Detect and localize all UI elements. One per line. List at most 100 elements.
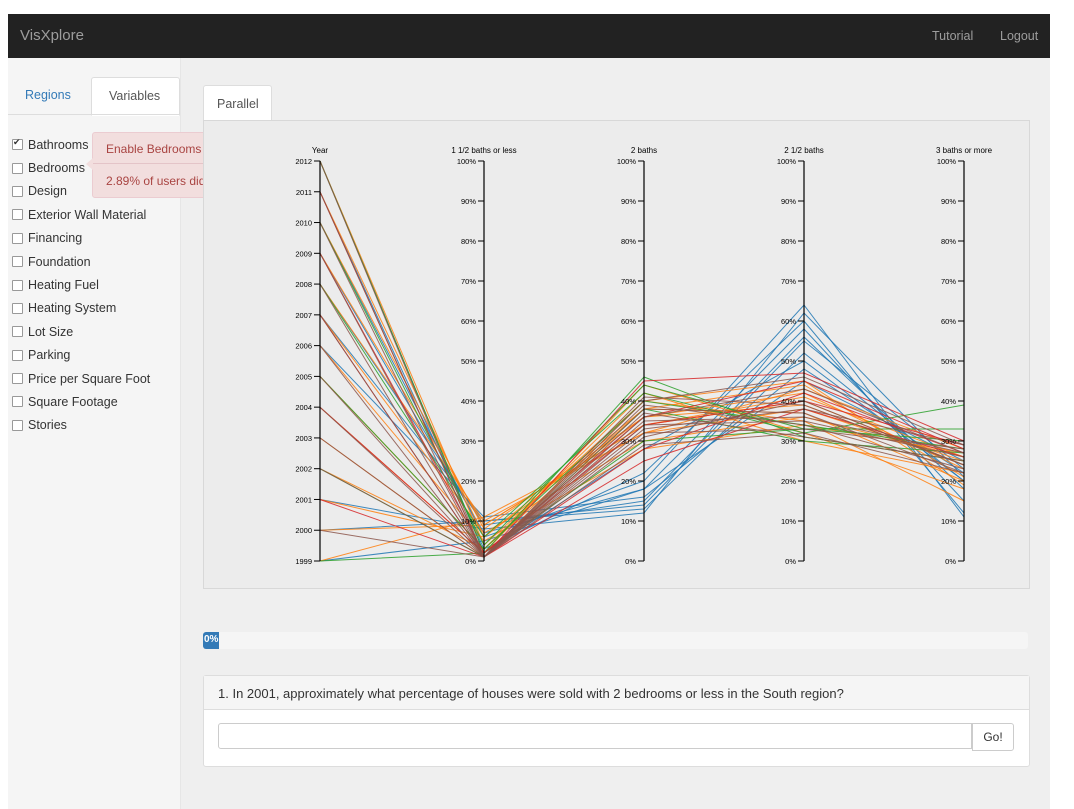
logout-link[interactable]: Logout [1000, 29, 1038, 43]
variable-checkbox[interactable] [12, 396, 23, 408]
series-line [319, 160, 965, 554]
tick-label: 20% [621, 477, 636, 486]
tick-label: 10% [781, 517, 796, 526]
tick-label: 70% [941, 277, 956, 286]
axis-title: 2 1/2 baths [784, 146, 824, 155]
progress-label: 0% [204, 634, 219, 645]
tick-label: 20% [461, 477, 476, 486]
variable-label: Exterior Wall Material [28, 207, 147, 222]
tick-label: 2008 [295, 280, 312, 289]
variable-label: Lot Size [28, 324, 74, 339]
variable-item[interactable]: Stories [12, 414, 150, 437]
tick-label: 2009 [295, 249, 312, 258]
variable-label: Heating System [28, 301, 117, 316]
variable-item[interactable]: Exterior Wall Material [12, 203, 150, 226]
variable-item[interactable]: Heating System [12, 297, 150, 320]
variable-label: Square Footage [28, 394, 118, 409]
variable-label: Bedrooms [28, 161, 85, 176]
tick-label: 50% [621, 357, 636, 366]
question-panel: 1. In 2001, approximately what percentag… [203, 675, 1030, 767]
variable-label: Parking [28, 348, 71, 363]
variable-checkbox[interactable] [12, 302, 23, 314]
tab-variables[interactable]: Variables [91, 77, 180, 116]
variable-checkbox[interactable] [12, 349, 23, 361]
tick-label: 70% [621, 277, 636, 286]
tick-label: 30% [621, 437, 636, 446]
tutorial-link[interactable]: Tutorial [932, 29, 973, 43]
axis: 3 baths or more 0% 10% 20% 30% 40% 50% 60% 70% 80… [936, 146, 993, 566]
tick-label: 2003 [295, 434, 312, 443]
variable-checkbox[interactable] [12, 162, 23, 174]
tick-label: 70% [461, 277, 476, 286]
popover-arrow [86, 158, 93, 170]
variable-checkbox[interactable] [12, 419, 23, 431]
parallel-coordinates-chart[interactable]: Year 1999 2000 2001 2002 2003 2004 2005 2006 2007… [203, 120, 1028, 587]
app-brand[interactable]: VisXplore [20, 27, 84, 44]
series-line [319, 283, 965, 526]
variable-item[interactable]: Price per Square Foot [12, 367, 150, 390]
progress-bar: 0% [203, 632, 1028, 649]
variable-checkbox[interactable] [12, 326, 23, 338]
tick-label: 0% [625, 557, 636, 566]
tick-label: 90% [781, 197, 796, 206]
variable-label: Design [28, 184, 67, 199]
variable-item[interactable]: Foundation [12, 250, 150, 273]
tick-label: 90% [941, 197, 956, 206]
tick-label: 80% [941, 237, 956, 246]
series-line [319, 160, 965, 554]
tab-parallel[interactable]: Parallel [203, 85, 272, 120]
variable-checkbox[interactable] [12, 373, 23, 385]
tick-label: 1999 [295, 557, 312, 566]
tick-label: 40% [621, 397, 636, 406]
variable-checkbox[interactable] [12, 279, 23, 291]
tick-label: 0% [465, 557, 476, 566]
question-header: 1. In 2001, approximately what percentag… [204, 676, 1029, 710]
tick-label: 20% [781, 477, 796, 486]
tick-label: 2001 [295, 495, 312, 504]
variable-checkbox[interactable] [12, 137, 23, 151]
tick-label: 100% [777, 157, 797, 166]
variable-item[interactable]: Heating Fuel [12, 273, 150, 296]
variable-checkbox[interactable] [12, 256, 23, 268]
variable-item[interactable]: Financing [12, 227, 150, 250]
variable-item[interactable]: Square Footage [12, 390, 150, 413]
series-line [319, 191, 965, 558]
variable-checkbox[interactable] [12, 209, 23, 221]
tick-label: 30% [461, 437, 476, 446]
variable-checkbox[interactable] [12, 185, 23, 197]
tick-label: 2006 [295, 342, 312, 351]
variable-label: Financing [28, 231, 83, 246]
tick-label: 60% [461, 317, 476, 326]
tick-label: 50% [461, 357, 476, 366]
variable-label: Price per Square Foot [28, 371, 151, 386]
series-line [319, 160, 965, 546]
tick-label: 50% [941, 357, 956, 366]
tick-label: 40% [461, 397, 476, 406]
tick-label: 40% [781, 397, 796, 406]
tabs-divider [8, 114, 180, 115]
variable-item[interactable]: Lot Size [12, 320, 150, 343]
variable-item[interactable]: Parking [12, 344, 150, 367]
top-navbar: VisXplore Tutorial Logout [8, 14, 1050, 58]
axis-title: Year [312, 146, 329, 155]
series-line [319, 191, 965, 538]
tick-label: 70% [781, 277, 796, 286]
series-line [319, 191, 965, 558]
tick-label: 2002 [295, 465, 312, 474]
tick-label: 2010 [295, 219, 312, 228]
tick-label: 2012 [295, 157, 312, 166]
tick-label: 100% [457, 157, 477, 166]
answer-input[interactable] [218, 723, 972, 749]
tick-label: 10% [461, 517, 476, 526]
tab-regions[interactable]: Regions [25, 88, 71, 102]
tab-variables-label: Variables [109, 89, 161, 103]
go-button[interactable]: Go! [972, 723, 1014, 751]
tick-label: 10% [621, 517, 636, 526]
tick-label: 80% [781, 237, 796, 246]
tick-label: 100% [937, 157, 957, 166]
tick-label: 2007 [295, 311, 312, 320]
variable-checkbox[interactable] [12, 232, 23, 244]
tick-label: 30% [941, 437, 956, 446]
question-text: 1. In 2001, approximately what percentag… [218, 686, 844, 701]
tick-label: 2000 [295, 526, 312, 535]
